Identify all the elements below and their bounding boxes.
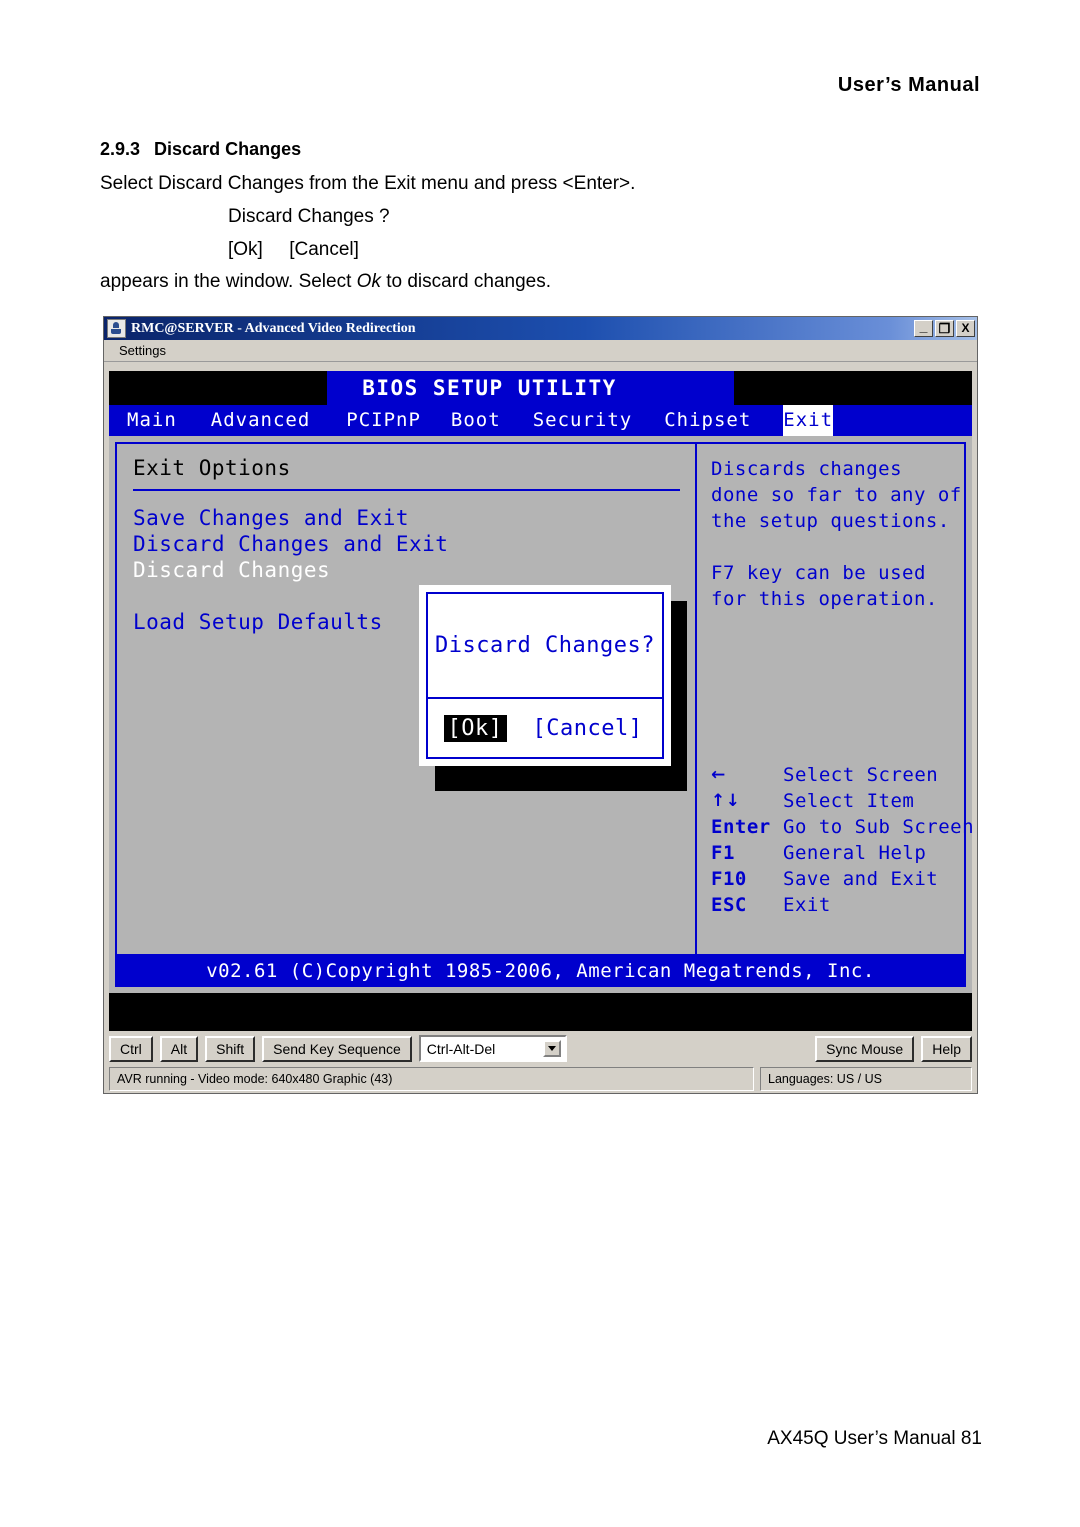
key-legend-key: F1 bbox=[711, 842, 735, 864]
close-button[interactable]: X bbox=[956, 320, 975, 337]
sync-mouse-button[interactable]: Sync Mouse bbox=[815, 1035, 915, 1062]
body-text-line-2: Discard Changes ? bbox=[228, 206, 390, 227]
key-legend-desc: Select Item bbox=[783, 790, 915, 812]
section-title: Discard Changes bbox=[154, 139, 302, 159]
help-text-line-4: F7 key can be used bbox=[711, 562, 926, 584]
key-sequence-value: Ctrl-Alt-Del bbox=[426, 1040, 496, 1057]
key-legend-key: F10 bbox=[711, 868, 747, 890]
menu-item-settings[interactable]: Settings bbox=[114, 342, 171, 359]
bios-help-pane: Discards changes done so far to any of t… bbox=[697, 444, 972, 954]
page-footer: AX45Q User’s Manual 81 bbox=[767, 1428, 982, 1449]
key-legend-desc: Go to Sub Screen bbox=[783, 816, 972, 838]
body-text-line-1: Select Discard Changes from the Exit men… bbox=[100, 173, 636, 194]
discard-changes-dialog: Discard Changes? [Ok] [Cancel] bbox=[419, 585, 671, 766]
avr-application-window: RMC@SERVER - Advanced Video Redirection … bbox=[103, 316, 978, 1094]
bios-tab-chipset[interactable]: Chipset bbox=[664, 405, 751, 436]
bios-title-bar: BIOS SETUP UTILITY bbox=[109, 371, 972, 405]
left-arrow-icon: ← bbox=[711, 765, 726, 785]
close-icon: X bbox=[961, 321, 970, 335]
dialog-button-row: [Ok] [Cancel] bbox=[428, 699, 662, 757]
key-sequence-dropdown[interactable]: Ctrl-Alt-Del bbox=[418, 1035, 567, 1062]
key-legend-key: ESC bbox=[711, 894, 747, 916]
menu-item-save-changes-and-exit[interactable]: Save Changes and Exit bbox=[133, 505, 695, 531]
minimize-button[interactable]: _ bbox=[914, 318, 933, 337]
bios-title: BIOS SETUP UTILITY bbox=[362, 376, 617, 400]
section-number: 2.9.3 bbox=[100, 139, 141, 159]
bios-panes: Exit Options Save Changes and Exit Disca… bbox=[115, 442, 972, 956]
help-button[interactable]: Help bbox=[921, 1035, 972, 1062]
status-avr-running: AVR running - Video mode: 640x480 Graphi… bbox=[109, 1067, 754, 1091]
maximize-icon: ❐ bbox=[938, 321, 951, 336]
dialog-message: Discard Changes? bbox=[428, 594, 662, 699]
dialog-ok-button[interactable]: [Ok] bbox=[443, 714, 507, 742]
java-coffee-cup-icon bbox=[107, 319, 126, 338]
key-legend-key: Enter bbox=[711, 816, 771, 838]
key-legend-row: ← Select Screen bbox=[711, 762, 960, 788]
body-text-line-4-after: to discard changes. bbox=[380, 271, 551, 292]
avr-statusbar: AVR running - Video mode: 640x480 Graphi… bbox=[109, 1067, 972, 1091]
minimize-icon: _ bbox=[919, 318, 928, 334]
window-title: RMC@SERVER - Advanced Video Redirection bbox=[131, 320, 416, 336]
bios-tab-pcipnp[interactable]: PCIPnP bbox=[346, 405, 421, 436]
avr-toolbar: Ctrl Alt Shift Send Key Sequence Ctrl-Al… bbox=[109, 1033, 972, 1064]
body-text-line-4-before: appears in the window. Select bbox=[100, 271, 357, 292]
bios-tab-security[interactable]: Security bbox=[533, 405, 633, 436]
bios-tab-exit[interactable]: Exit bbox=[783, 405, 834, 436]
dialog-inner-frame: Discard Changes? [Ok] [Cancel] bbox=[426, 592, 664, 759]
help-text-line-5: for this operation. bbox=[711, 588, 938, 610]
exit-options-title: Exit Options bbox=[133, 456, 291, 480]
bios-console-screen: BIOS SETUP UTILITY Main Advanced PCIPnP … bbox=[109, 371, 972, 1031]
key-legend-desc: Save and Exit bbox=[783, 868, 939, 890]
up-down-arrow-icon: ↑↓ bbox=[711, 791, 741, 811]
bios-tab-boot[interactable]: Boot bbox=[451, 405, 501, 436]
menu-item-discard-changes-and-exit[interactable]: Discard Changes and Exit bbox=[133, 531, 695, 557]
help-spacer bbox=[711, 534, 964, 560]
help-text-line-1: Discards changes bbox=[711, 458, 903, 480]
shift-button[interactable]: Shift bbox=[205, 1035, 256, 1062]
bios-tab-advanced[interactable]: Advanced bbox=[211, 405, 311, 436]
menu-item-discard-changes[interactable]: Discard Changes bbox=[133, 557, 695, 583]
maximize-button[interactable]: ❐ bbox=[935, 320, 954, 337]
ctrl-button[interactable]: Ctrl bbox=[109, 1035, 153, 1062]
help-text-line-3: the setup questions. bbox=[711, 510, 950, 532]
bios-menubar: Main Advanced PCIPnP Boot Security Chips… bbox=[109, 405, 972, 436]
key-legend-desc: Select Screen bbox=[783, 764, 939, 786]
bios-copyright-footer: v02.61 (C)Copyright 1985-2006, American … bbox=[115, 956, 966, 987]
page-header: User’s Manual bbox=[837, 74, 980, 96]
body-text-line-3: [Ok] [Cancel] bbox=[228, 239, 359, 260]
bios-key-legend: ← Select Screen ↑↓ Select Item Enter Go to … bbox=[711, 762, 972, 918]
key-legend-row: ↑↓ Select Item bbox=[711, 788, 960, 814]
dialog-cancel-button[interactable]: [Cancel] bbox=[529, 715, 647, 742]
section-heading: 2.9.3 Discard Changes bbox=[100, 139, 301, 160]
bios-tab-main[interactable]: Main bbox=[109, 405, 177, 436]
body-text-line-4-emphasis: Ok bbox=[356, 271, 381, 292]
key-legend-row: Enter Go to Sub Screen bbox=[711, 814, 972, 840]
key-legend-row: F1 General Help bbox=[711, 840, 960, 866]
window-menubar: Settings bbox=[104, 340, 977, 362]
status-languages: Languages: US / US bbox=[760, 1067, 972, 1091]
key-legend-desc: Exit bbox=[783, 894, 831, 916]
bios-title-bg-right bbox=[652, 371, 734, 405]
send-key-sequence-button[interactable]: Send Key Sequence bbox=[262, 1035, 412, 1062]
key-legend-row: ESC Exit bbox=[711, 892, 960, 918]
exit-options-divider bbox=[133, 489, 680, 491]
alt-button[interactable]: Alt bbox=[159, 1035, 199, 1062]
body-text-line-4: appears in the window. Select Ok to disc… bbox=[100, 271, 551, 293]
help-text-line-2: done so far to any of bbox=[711, 484, 962, 506]
chevron-down-icon[interactable] bbox=[542, 1040, 561, 1057]
toolbar-right-group: Sync Mouse Help bbox=[815, 1035, 972, 1062]
key-legend-row: F10 Save and Exit bbox=[711, 866, 960, 892]
window-controls: _ ❐ X bbox=[914, 318, 975, 337]
key-legend-desc: General Help bbox=[783, 842, 927, 864]
bios-body: Exit Options Save Changes and Exit Disca… bbox=[109, 436, 972, 993]
window-titlebar: RMC@SERVER - Advanced Video Redirection … bbox=[104, 317, 977, 340]
